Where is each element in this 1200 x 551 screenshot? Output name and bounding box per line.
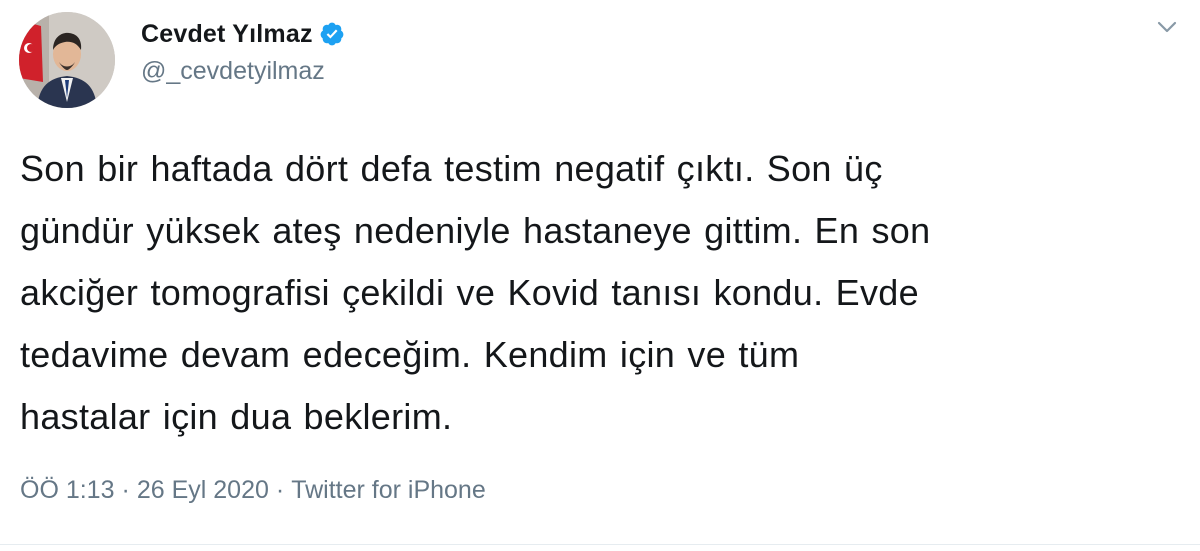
tweet-source[interactable]: Twitter for iPhone bbox=[291, 476, 486, 505]
tweet-text: Son bir haftada dört defa testim negatif… bbox=[20, 138, 1180, 448]
tweet-date[interactable]: 26 Eyl 2020 bbox=[137, 476, 269, 505]
tweet-text-line: tedavime devam edeceğim. Kendim için ve … bbox=[20, 334, 800, 375]
more-options-button[interactable] bbox=[1152, 12, 1182, 42]
tweet-text-line: gündür yüksek ateş nedeniyle hastaneye g… bbox=[20, 210, 931, 251]
chevron-down-icon bbox=[1157, 21, 1177, 33]
tweet-text-line: Son bir haftada dört defa testim negatif… bbox=[20, 148, 883, 189]
divider bbox=[0, 544, 1200, 545]
avatar[interactable] bbox=[19, 12, 115, 108]
meta-separator: · bbox=[121, 476, 130, 504]
author-handle[interactable]: @_cevdetyilmaz bbox=[141, 57, 325, 86]
author-name-row[interactable]: Cevdet Yılmaz bbox=[141, 17, 345, 51]
author-display-name[interactable]: Cevdet Yılmaz bbox=[141, 20, 313, 49]
verified-badge-icon bbox=[319, 21, 345, 47]
profile-photo-icon bbox=[19, 12, 115, 108]
tweet-time[interactable]: ÖÖ 1:13 bbox=[20, 476, 115, 505]
tweet-text-line: akciğer tomografisi çekildi ve Kovid tan… bbox=[20, 272, 919, 313]
meta-separator: · bbox=[275, 476, 285, 504]
tweet-card: Cevdet Yılmaz @_cevdetyilmaz Son bir haf… bbox=[0, 0, 1200, 551]
tweet-meta: ÖÖ 1:13 · 26 Eyl 2020 · Twitter for iPho… bbox=[20, 476, 486, 505]
tweet-text-line: hastalar için dua beklerim. bbox=[20, 396, 453, 437]
